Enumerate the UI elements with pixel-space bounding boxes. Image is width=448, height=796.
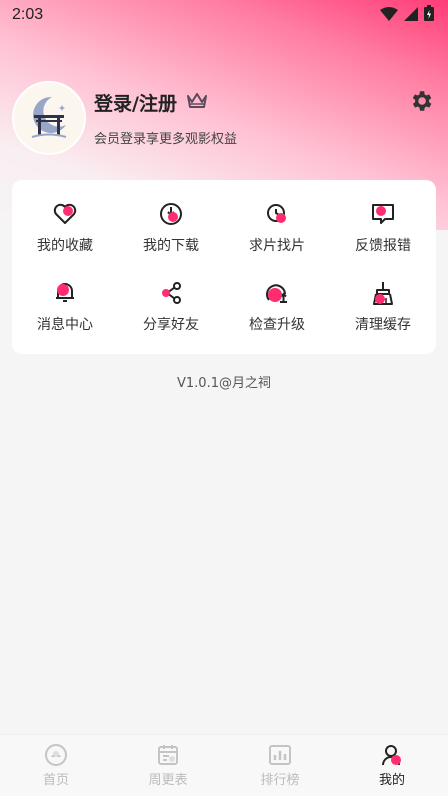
feature-grid: 我的收藏 我的下载 求片找片 反馈报错 消息中心 分享好友 检查升级 清理缓存 — [12, 180, 436, 354]
search-movie-icon — [267, 203, 286, 223]
grid-item-label: 清理缓存 — [355, 316, 411, 333]
grid-item-label: 检查升级 — [249, 316, 305, 333]
crown-icon — [186, 92, 207, 113]
nav-label: 排行榜 — [260, 773, 300, 788]
login-title[interactable]: 登录/注册 — [94, 89, 177, 116]
grid-item-downloads[interactable]: 我的下载 — [118, 188, 224, 267]
grid-item-label: 我的下载 — [143, 237, 199, 254]
nav-label: 周更表 — [148, 773, 188, 788]
version-text: V1.0.1@月之祠 — [177, 376, 271, 391]
login-row: 登录/注册 — [94, 89, 406, 116]
bell-icon — [56, 282, 74, 302]
grid-item-label: 反馈报错 — [355, 237, 411, 254]
grid-item-clear-cache[interactable]: 清理缓存 — [330, 267, 436, 346]
home-icon — [45, 744, 67, 766]
profile-text: 登录/注册 会员登录享更多观影权益 — [94, 89, 406, 147]
signal-icon — [404, 6, 418, 25]
upgrade-icon — [266, 283, 287, 303]
wifi-icon — [380, 6, 398, 25]
grid-item-feedback[interactable]: 反馈报错 — [330, 188, 436, 267]
grid-item-messages[interactable]: 消息中心 — [12, 267, 118, 346]
avatar-torii-moon-icon — [16, 85, 82, 151]
status-bar: 2:03 — [0, 0, 448, 30]
battery-icon — [424, 5, 434, 25]
grid-item-favorites[interactable]: 我的收藏 — [12, 188, 118, 267]
login-subtitle: 会员登录享更多观影权益 — [94, 132, 238, 147]
nav-label: 首页 — [42, 773, 69, 788]
download-icon — [160, 202, 182, 225]
grid-item-upgrade[interactable]: 检查升级 — [224, 267, 330, 346]
ranking-icon — [269, 745, 291, 765]
nav-item-mine[interactable]: 我的 — [336, 735, 448, 796]
grid-item-share[interactable]: 分享好友 — [118, 267, 224, 346]
profile-icon — [382, 745, 401, 766]
grid-item-request[interactable]: 求片找片 — [224, 188, 330, 267]
grid-item-label: 分享好友 — [143, 316, 199, 333]
calendar-icon — [158, 745, 178, 765]
gear-icon — [408, 88, 434, 118]
broom-icon — [373, 281, 393, 305]
grid-item-label: 求片找片 — [249, 237, 305, 254]
bottom-nav: 首页 周更表 排行榜 我的 — [0, 734, 448, 796]
profile-header[interactable]: 登录/注册 会员登录享更多观影权益 — [12, 80, 436, 156]
status-icons — [380, 5, 434, 25]
nav-label: 我的 — [378, 773, 405, 788]
grid-item-label: 消息中心 — [37, 316, 93, 333]
avatar[interactable] — [12, 81, 86, 155]
feedback-icon — [372, 203, 394, 224]
heart-icon — [53, 203, 77, 224]
status-time: 2:03 — [12, 6, 44, 23]
nav-item-weekly[interactable]: 周更表 — [112, 735, 224, 796]
nav-item-ranking[interactable]: 排行榜 — [224, 735, 336, 796]
grid-item-label: 我的收藏 — [37, 237, 93, 254]
share-icon — [162, 281, 181, 304]
settings-button[interactable] — [406, 88, 436, 118]
nav-item-home[interactable]: 首页 — [0, 735, 112, 796]
